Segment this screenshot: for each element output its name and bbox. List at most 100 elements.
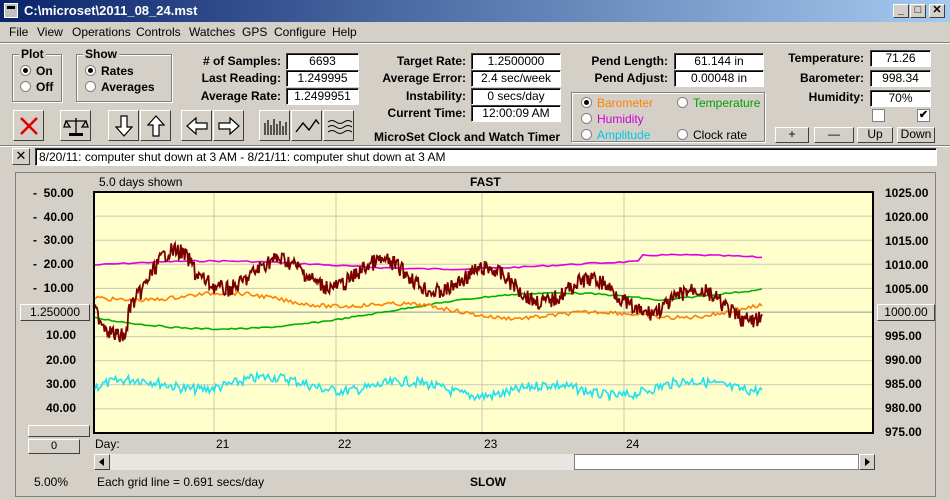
wave-chart-button[interactable]	[323, 110, 354, 141]
balance-scale-icon	[62, 117, 89, 136]
left-axis-tick: - 20.00	[33, 257, 74, 271]
notes-close-button[interactable]: ✕	[12, 148, 30, 165]
left-axis-tick: 10.00	[46, 328, 77, 342]
day-tick-label: 21	[216, 437, 230, 451]
humidity-label: Humidity:	[808, 90, 864, 104]
plot-group-title: Plot	[19, 47, 46, 61]
red-x-icon	[19, 116, 38, 135]
menu-view[interactable]: View	[37, 25, 63, 39]
instability-value: 0 secs/day	[471, 88, 561, 105]
overlay-amplitude-label: Amplitude	[597, 128, 651, 142]
scale-plus-button[interactable]: +	[775, 127, 809, 143]
plot-groupbox: Plot On Off	[12, 47, 62, 102]
toolbar-separator	[0, 145, 950, 147]
notes-field[interactable]: 8/20/11: computer shut down at 3 AM - 8/…	[35, 148, 937, 166]
menu-bar: File View Operations Controls Watches GP…	[0, 22, 950, 42]
left-axis-tick: - 10.00	[33, 281, 74, 295]
rate-center-button[interactable]: 1.250000	[20, 304, 90, 321]
clear-button[interactable]	[13, 110, 44, 141]
left-checkbox[interactable]	[872, 109, 885, 122]
overlay-clock-rate-label: Clock rate	[693, 128, 748, 142]
overlay-humidity-label: Humidity	[597, 112, 644, 126]
right-axis-tick: 1010.00	[885, 258, 929, 272]
menu-controls[interactable]: Controls	[136, 25, 181, 39]
horizontal-scrollbar[interactable]	[94, 454, 875, 470]
menu-configure[interactable]: Configure	[274, 25, 326, 39]
scroll-left-arrow[interactable]	[94, 454, 110, 470]
samples-label: # of Samples:	[202, 54, 281, 68]
scale-minus-button[interactable]: —	[814, 127, 854, 143]
pend-length-label: Pend Length:	[591, 54, 668, 68]
line-chart-button[interactable]	[291, 110, 322, 141]
right-axis-tick: 1015.00	[885, 234, 929, 248]
pend-adjust-value: 0.00048 in	[674, 70, 764, 87]
scale-up-button[interactable]: Up	[857, 127, 893, 143]
triangle-right-icon	[865, 458, 870, 466]
arrow-left-icon	[185, 116, 208, 135]
right-axis-tick: 985.00	[885, 377, 922, 391]
show-averages-radio[interactable]: Averages	[85, 80, 155, 94]
scale-down-button[interactable]: Down	[897, 127, 935, 143]
right-axis-tick: 990.00	[885, 353, 922, 367]
samples-value: 6693	[286, 53, 359, 70]
scroll-right-arrow[interactable]	[859, 454, 875, 470]
average-error-label: Average Error:	[382, 71, 466, 85]
current-time-value: 12:00:09 AM	[471, 105, 561, 122]
menu-help[interactable]: Help	[332, 25, 357, 39]
menu-separator	[0, 42, 950, 44]
menu-file[interactable]: File	[9, 25, 28, 39]
minimize-button[interactable]: _	[893, 4, 909, 18]
left-axis-tick: 20.00	[46, 353, 77, 367]
fast-label: FAST	[470, 175, 501, 189]
scroll-up-button[interactable]	[140, 110, 171, 141]
bottom-scroll-bar-button[interactable]	[28, 425, 90, 437]
overlay-temperature-label: Temperature	[693, 96, 761, 110]
overlay-humidity-radio[interactable]: Humidity	[581, 112, 644, 126]
show-rates-radio[interactable]: Rates	[85, 64, 134, 78]
bar-chart-icon	[263, 118, 287, 135]
show-group-title: Show	[83, 47, 119, 61]
instability-label: Instability:	[405, 89, 466, 103]
right-axis-tick: 1020.00	[885, 210, 929, 224]
last-reading-value: 1.249995	[286, 70, 359, 87]
menu-operations[interactable]: Operations	[72, 25, 131, 39]
overlay-clock-rate-radio[interactable]: Clock rate	[677, 128, 747, 142]
last-reading-label: Last Reading:	[201, 71, 281, 85]
pend-adjust-label: Pend Adjust:	[594, 71, 668, 85]
bottom-center-button[interactable]: 0	[28, 439, 80, 454]
scroll-right-button[interactable]	[213, 110, 244, 141]
right-axis-tick: 980.00	[885, 401, 922, 415]
right-checkbox[interactable]: ✔	[917, 109, 930, 122]
baro-center-button[interactable]: 1000.00	[877, 304, 935, 321]
overlay-temperature-radio[interactable]: Temperature	[677, 96, 760, 110]
barometer-label: Barometer:	[799, 71, 864, 85]
target-rate-label: Target Rate:	[396, 54, 466, 68]
day-tick-label: 22	[338, 437, 352, 451]
pend-length-value: 61.144 in	[674, 53, 764, 70]
right-axis-tick: 975.00	[885, 425, 922, 439]
left-axis-tick: - 40.00	[33, 210, 74, 224]
line-chart-icon	[294, 118, 320, 132]
right-axis-tick: 1005.00	[885, 282, 929, 296]
scroll-down-button[interactable]	[108, 110, 139, 141]
overlay-barometer-radio[interactable]: Barometer	[581, 96, 653, 110]
maximize-button[interactable]: □	[910, 4, 926, 18]
bar-chart-button[interactable]	[259, 110, 290, 141]
arrow-down-icon	[114, 114, 133, 137]
right-axis-tick: 995.00	[885, 329, 922, 343]
plot-off-label: Off	[36, 80, 54, 94]
overlay-amplitude-radio[interactable]: Amplitude	[581, 128, 650, 142]
overlay-select-groupbox: Barometer Temperature Humidity Amplitude…	[571, 92, 765, 142]
title-bar[interactable]: C:\microset\2011_08_24.mst _ □ ✕	[0, 0, 950, 22]
arrow-up-icon	[146, 114, 165, 137]
balance-button[interactable]	[60, 110, 91, 141]
plot-on-radio[interactable]: On	[20, 64, 53, 78]
scroll-thumb[interactable]	[574, 454, 859, 470]
menu-watches[interactable]: Watches	[189, 25, 235, 39]
app-icon	[4, 3, 18, 18]
rate-chart[interactable]	[93, 191, 874, 434]
close-window-button[interactable]: ✕	[929, 4, 945, 18]
scroll-left-button[interactable]	[181, 110, 212, 141]
plot-off-radio[interactable]: Off	[20, 80, 53, 94]
menu-gps[interactable]: GPS	[242, 25, 267, 39]
